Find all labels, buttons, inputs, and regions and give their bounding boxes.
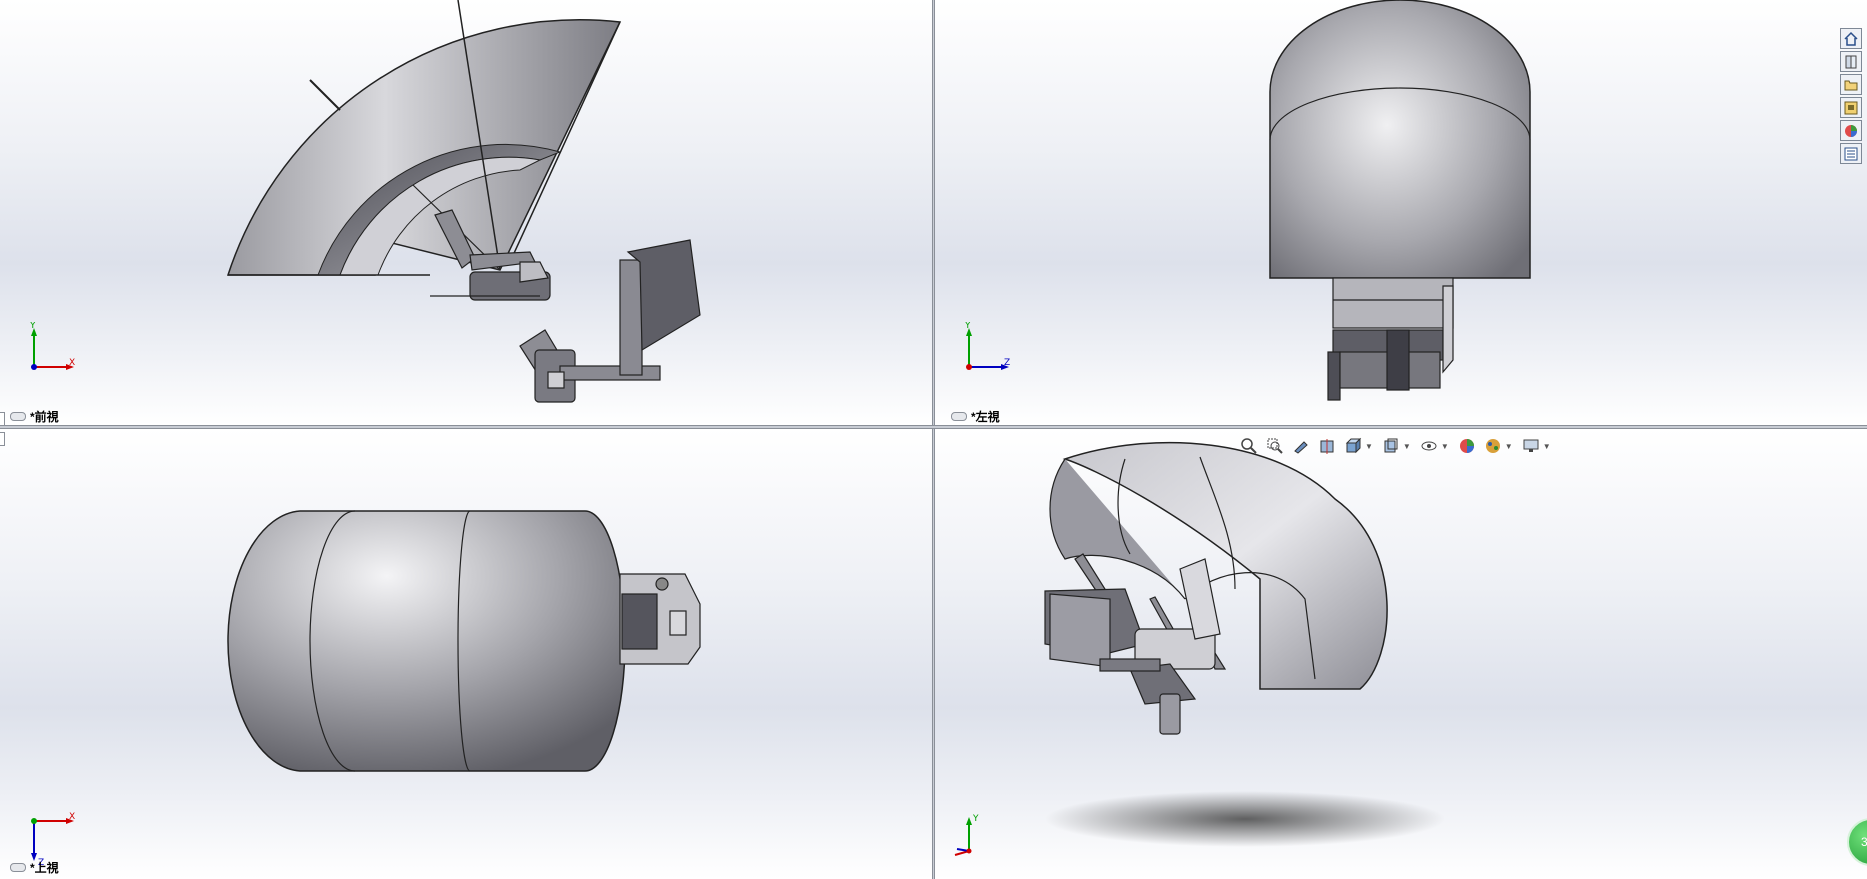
chevron-down-icon[interactable]: ▼ xyxy=(1441,442,1449,451)
hide-show-items-icon[interactable] xyxy=(1418,435,1440,457)
view-palette-icon[interactable] xyxy=(1840,97,1862,118)
triad-left-axis1-label: Y xyxy=(964,322,971,331)
home-icon[interactable] xyxy=(1840,28,1862,49)
previous-view-icon[interactable] xyxy=(1290,435,1312,457)
section-view-icon[interactable] xyxy=(1316,435,1338,457)
triad-left: Y Z xyxy=(964,322,1010,370)
triad-front-axis1-label: Y xyxy=(29,322,36,331)
display-style-icon[interactable] xyxy=(1380,435,1402,457)
view-label-front-text: *前視 xyxy=(30,410,59,424)
appearances-icon[interactable] xyxy=(1840,120,1862,141)
view-orientation-icon[interactable] xyxy=(1342,435,1364,457)
link-views-icon[interactable] xyxy=(10,412,26,421)
bottom-tab-strip[interactable] xyxy=(0,873,300,879)
model-isometric-view xyxy=(1044,441,1445,847)
viewport-left[interactable]: Y Z *左視 xyxy=(935,0,1867,425)
viewport-divider-horizontal[interactable] xyxy=(0,425,1867,429)
link-views-icon[interactable] xyxy=(10,863,26,872)
task-pane-tabs xyxy=(1840,28,1864,164)
chevron-down-icon[interactable]: ▼ xyxy=(1403,442,1411,451)
view-settings-icon[interactable] xyxy=(1520,435,1542,457)
triad-top-axis1-label: X xyxy=(69,812,75,822)
triad-front-axis2-label: X xyxy=(69,358,75,368)
triad-front: Y X xyxy=(29,322,75,370)
triad-isometric: Y xyxy=(954,814,979,856)
model-left-view xyxy=(1269,0,1531,401)
triad-left-axis2-label: Z xyxy=(1004,358,1010,368)
view-label-left-text: *左視 xyxy=(971,410,1000,424)
apply-scene-icon[interactable] xyxy=(1482,435,1504,457)
design-library-icon[interactable] xyxy=(1840,51,1862,72)
chevron-down-icon[interactable]: ▼ xyxy=(1505,442,1513,451)
zoom-to-area-icon[interactable] xyxy=(1264,435,1286,457)
heads-up-view-toolbar: ▼ ▼ ▼ ▼ ▼ xyxy=(1238,434,1554,458)
model-top-view xyxy=(227,510,701,772)
viewport-divider-vertical[interactable] xyxy=(932,0,935,879)
view-label-left[interactable]: *左視 xyxy=(951,408,1000,425)
triad-iso-axis1-label: Y xyxy=(972,814,979,824)
chevron-down-icon[interactable]: ▼ xyxy=(1543,442,1551,451)
custom-properties-icon[interactable] xyxy=(1840,143,1862,164)
view-label-front[interactable]: *前視 xyxy=(10,408,59,425)
zoom-to-fit-icon[interactable] xyxy=(1238,435,1260,457)
edit-appearance-icon[interactable] xyxy=(1456,435,1478,457)
model-front-view xyxy=(226,0,701,403)
status-badge-text: 35 xyxy=(1861,835,1867,849)
left-edge-tab[interactable] xyxy=(0,412,5,426)
viewport-top[interactable]: X Z *上視 xyxy=(0,429,932,879)
left-edge-tab[interactable] xyxy=(0,432,5,446)
viewport-front[interactable]: Y X *前視 xyxy=(0,0,932,425)
chevron-down-icon[interactable]: ▼ xyxy=(1365,442,1373,451)
link-views-icon[interactable] xyxy=(951,412,967,421)
file-explorer-icon[interactable] xyxy=(1840,74,1862,95)
viewport-isometric[interactable]: Y xyxy=(935,429,1867,879)
